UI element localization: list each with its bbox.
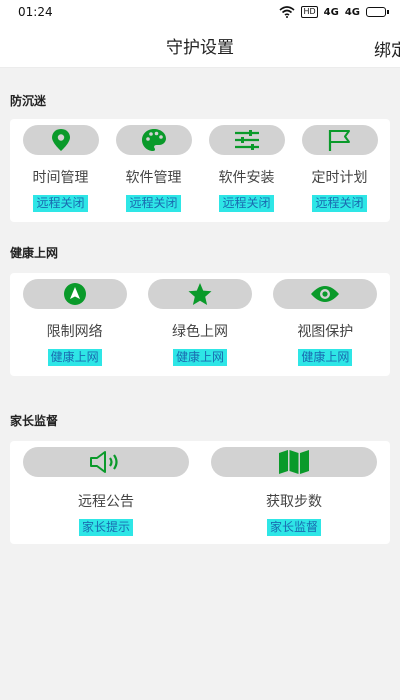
get-steps-label: 获取步数 [266,494,322,510]
remote-announcement-button[interactable] [23,447,189,477]
palette-icon [141,128,167,152]
get-steps-item[interactable]: 获取步数 家长监督 [200,441,388,544]
limit-network-button[interactable] [22,279,127,309]
section-title-anti-addiction: 防沉迷 [10,94,47,108]
status-time: 01:24 [18,5,53,19]
view-protection-item[interactable]: 视图保护 健康上网 [263,273,388,376]
view-protection-button[interactable] [273,279,378,309]
remote-close-tag[interactable]: 远程关闭 [219,195,274,212]
green-internet-button[interactable] [147,279,252,309]
remote-announcement-item[interactable]: 远程公告 家长提示 [12,441,200,544]
hd-badge: HD [301,6,318,18]
healthy-internet-tag[interactable]: 健康上网 [47,349,102,366]
map-icon [277,449,311,475]
bind-button[interactable]: 绑定 [374,36,400,61]
remote-close-tag[interactable]: 远程关闭 [126,195,181,212]
status-icons: HD 4G 4G [279,6,389,18]
parental-supervision-card: 远程公告 家长提示 获取步数 家长监督 [10,441,390,544]
speaker-icon [88,450,124,474]
limit-network-item[interactable]: 限制网络 健康上网 [12,273,137,376]
parent-tip-tag[interactable]: 家长提示 [78,519,133,536]
healthy-internet-tag[interactable]: 健康上网 [172,349,227,366]
navigation-arrow-icon [63,282,87,306]
software-install-button[interactable] [208,125,285,155]
battery-icon [366,7,389,17]
section-title-healthy-internet: 健康上网 [10,246,59,260]
software-management-button[interactable] [115,125,192,155]
time-management-label: 时间管理 [32,170,89,186]
page-title: 守护设置 [166,38,234,58]
eye-icon [310,284,340,304]
healthy-internet-card: 限制网络 健康上网 绿色上网 健康上网 视图保护 健康上网 [10,273,390,376]
software-management-item[interactable]: 软件管理 远程关闭 [107,119,200,222]
section-title-parental-supervision: 家长监督 [10,414,59,428]
anti-addiction-card: 时间管理 远程关闭 软件管理 远程关闭 软件安装 远程关闭 定时计划 远程关闭 [10,119,390,222]
green-internet-item[interactable]: 绿色上网 健康上网 [137,273,262,376]
scheduled-plan-item[interactable]: 定时计划 远程关闭 [293,119,386,222]
green-internet-label: 绿色上网 [171,324,228,340]
location-pin-icon [50,128,72,152]
software-install-label: 软件安装 [218,170,275,186]
software-management-label: 软件管理 [125,170,182,186]
sliders-icon [234,129,260,151]
get-steps-button[interactable] [211,447,377,477]
time-management-button[interactable] [22,125,99,155]
nav-bar: 守护设置 绑定 [0,24,400,68]
scheduled-plan-label: 定时计划 [311,170,368,186]
remote-close-tag[interactable]: 远程关闭 [312,195,367,212]
remote-close-tag[interactable]: 远程关闭 [33,195,88,212]
parental-supervision-tag[interactable]: 家长监督 [266,519,321,536]
scheduled-plan-button[interactable] [301,125,378,155]
signal-indicator-1: 4G [323,6,339,18]
signal-indicator-2: 4G [344,6,360,18]
software-install-item[interactable]: 软件安装 远程关闭 [200,119,293,222]
limit-network-label: 限制网络 [46,324,103,340]
healthy-internet-tag[interactable]: 健康上网 [298,349,353,366]
remote-announcement-label: 远程公告 [78,494,134,510]
wifi-icon [279,6,295,18]
status-bar: 01:24 HD 4G 4G [0,0,400,24]
star-icon [187,282,213,306]
view-protection-label: 视图保护 [297,324,354,340]
flag-icon [327,128,353,152]
time-management-item[interactable]: 时间管理 远程关闭 [14,119,107,222]
